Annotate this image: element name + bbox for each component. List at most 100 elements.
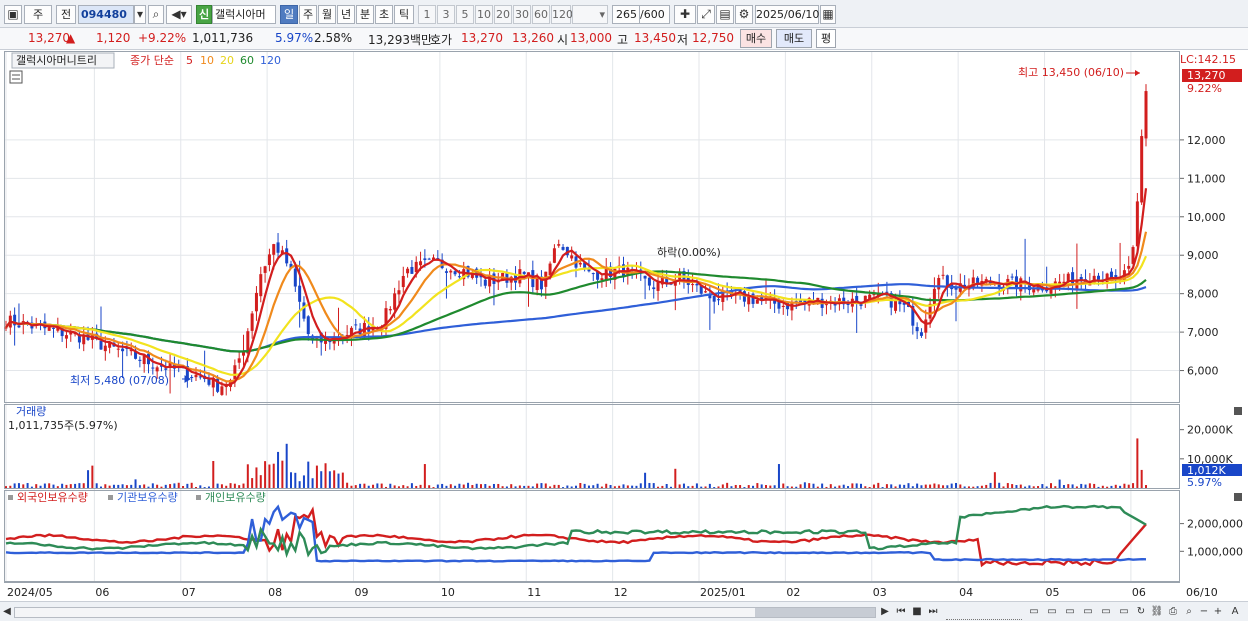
sell-button[interactable]: 매도 bbox=[776, 29, 812, 48]
interval-10[interactable]: 10 bbox=[475, 5, 493, 24]
volume-bar bbox=[523, 485, 526, 488]
volume-bar bbox=[920, 485, 923, 488]
volume-bar bbox=[790, 486, 793, 488]
magnifier-icon[interactable]: ⌕ bbox=[1182, 605, 1196, 620]
scroll-left-icon[interactable]: ◀ bbox=[2, 605, 12, 620]
volume-bar bbox=[467, 482, 470, 488]
volume-bar bbox=[1145, 485, 1147, 488]
volume-panel-close-icon[interactable] bbox=[1234, 407, 1242, 415]
period-year[interactable]: 년 bbox=[337, 5, 355, 24]
price-tick-label: 11,000 bbox=[1187, 172, 1226, 185]
volume-bar bbox=[199, 485, 202, 488]
interval-120[interactable]: 120 bbox=[551, 5, 573, 24]
volume-bar bbox=[985, 484, 988, 488]
layout6-icon[interactable]: ▭ bbox=[1116, 605, 1132, 620]
camera-icon[interactable]: ⎙ bbox=[1166, 605, 1180, 620]
interval-20[interactable]: 20 bbox=[494, 5, 512, 24]
period-second[interactable]: 초 bbox=[375, 5, 393, 24]
crosshair-icon[interactable]: ✚ bbox=[674, 5, 696, 24]
layout5-icon[interactable]: ▭ bbox=[1098, 605, 1114, 620]
zoom-out-button[interactable]: − bbox=[1198, 605, 1210, 620]
prev-button[interactable]: 전 bbox=[56, 5, 76, 24]
volume-bar bbox=[26, 483, 29, 488]
period-week[interactable]: 주 bbox=[299, 5, 317, 24]
volume-bar bbox=[87, 470, 90, 488]
volume-bar bbox=[700, 486, 703, 488]
search-icon[interactable]: ⌕ bbox=[148, 5, 164, 24]
volume-bar bbox=[583, 483, 586, 488]
period-month[interactable]: 월 bbox=[318, 5, 336, 24]
volume-bar bbox=[281, 460, 284, 488]
price-tick-label: 8,000 bbox=[1187, 288, 1219, 301]
volume-bar bbox=[704, 486, 707, 488]
interval-5[interactable]: 5 bbox=[456, 5, 474, 24]
horizontal-scrollbar[interactable] bbox=[14, 607, 876, 618]
x-tick-label: 11 bbox=[527, 586, 541, 599]
window-icon[interactable]: ▣ bbox=[4, 5, 22, 24]
save-icon[interactable]: ▤ bbox=[716, 5, 734, 24]
volume-bar bbox=[91, 465, 94, 488]
candle-body bbox=[116, 348, 120, 350]
volume-bar bbox=[1006, 483, 1009, 488]
calendar-icon[interactable]: ▦ bbox=[820, 5, 836, 24]
eval-button[interactable]: 평 bbox=[816, 29, 836, 48]
refresh-icon[interactable]: ↻ bbox=[1134, 605, 1148, 620]
volume-bar bbox=[134, 479, 137, 488]
settings-gear-icon[interactable]: ⚙ bbox=[735, 5, 753, 24]
layout-icon[interactable]: ▭ bbox=[1026, 605, 1042, 620]
speaker-icon[interactable]: ◀▾ bbox=[166, 5, 192, 24]
layout3-icon[interactable]: ▭ bbox=[1062, 605, 1078, 620]
interval-custom[interactable]: ▾ bbox=[572, 5, 608, 24]
volume-bar bbox=[95, 483, 98, 488]
volume-bar bbox=[505, 486, 508, 488]
volume-bar bbox=[803, 482, 806, 488]
stop-button[interactable]: ■ bbox=[910, 605, 924, 620]
date-input[interactable]: 2025/06/10 bbox=[755, 5, 819, 24]
candle-body bbox=[64, 335, 68, 339]
interval-1[interactable]: 1 bbox=[418, 5, 436, 24]
period-minute[interactable]: 분 bbox=[356, 5, 374, 24]
tools-icon[interactable]: ⤢ bbox=[697, 5, 715, 24]
interval-30[interactable]: 30 bbox=[513, 5, 531, 24]
stock-name[interactable]: 갤럭시아머 bbox=[212, 5, 276, 24]
interval-3[interactable]: 3 bbox=[437, 5, 455, 24]
chart-area[interactable]: 6,000 7,000 8,000 9,000 10,000 11,000 12,000 10… bbox=[0, 51, 1248, 601]
table-toggle-icon[interactable] bbox=[9, 70, 23, 84]
period-day[interactable]: 일 bbox=[280, 5, 298, 24]
buy-button[interactable]: 매수 bbox=[740, 29, 772, 48]
volume-bar bbox=[121, 484, 124, 488]
interval-60[interactable]: 60 bbox=[532, 5, 550, 24]
count-input[interactable]: 265 bbox=[612, 5, 640, 24]
volume-bar bbox=[665, 483, 668, 488]
stock-chart[interactable]: 6,000 7,000 8,000 9,000 10,000 11,000 12,000 10… bbox=[0, 51, 1248, 601]
rewind-button[interactable]: ⏮ bbox=[894, 605, 908, 620]
price-tick-label: 10,000 bbox=[1187, 211, 1226, 224]
period-tick[interactable]: 틱 bbox=[394, 5, 414, 24]
volume-bar bbox=[419, 484, 422, 488]
code-input[interactable]: 094480 bbox=[78, 5, 134, 24]
candle-body bbox=[924, 319, 928, 333]
volume-bar bbox=[1093, 483, 1096, 488]
layout4-icon[interactable]: ▭ bbox=[1080, 605, 1096, 620]
link-icon[interactable]: ⛓ bbox=[1150, 605, 1164, 620]
volume-bar bbox=[415, 485, 418, 488]
volume-bar bbox=[69, 484, 72, 488]
volume-bar bbox=[967, 486, 970, 488]
volume-bar bbox=[838, 485, 841, 488]
scroll-thumb[interactable] bbox=[755, 608, 875, 617]
dropdown-icon[interactable]: ▾ bbox=[134, 5, 146, 24]
candle-body bbox=[254, 292, 258, 312]
market-select[interactable]: 주 bbox=[24, 5, 52, 24]
zoom-in-button[interactable]: + bbox=[1212, 605, 1224, 620]
play-button[interactable]: ▶ bbox=[878, 605, 892, 620]
forward-button[interactable]: ⏭ bbox=[926, 605, 940, 620]
volume-bar bbox=[821, 483, 824, 488]
layout2-icon[interactable]: ▭ bbox=[1044, 605, 1060, 620]
candle-body bbox=[388, 308, 392, 311]
auto-scale-button[interactable]: A bbox=[1228, 605, 1242, 620]
volume-bar bbox=[657, 486, 660, 488]
volume-bar bbox=[311, 478, 314, 488]
holding-panel-close-icon[interactable] bbox=[1234, 493, 1242, 501]
zoom-slider[interactable] bbox=[946, 605, 1022, 620]
volume-bar bbox=[933, 483, 936, 488]
